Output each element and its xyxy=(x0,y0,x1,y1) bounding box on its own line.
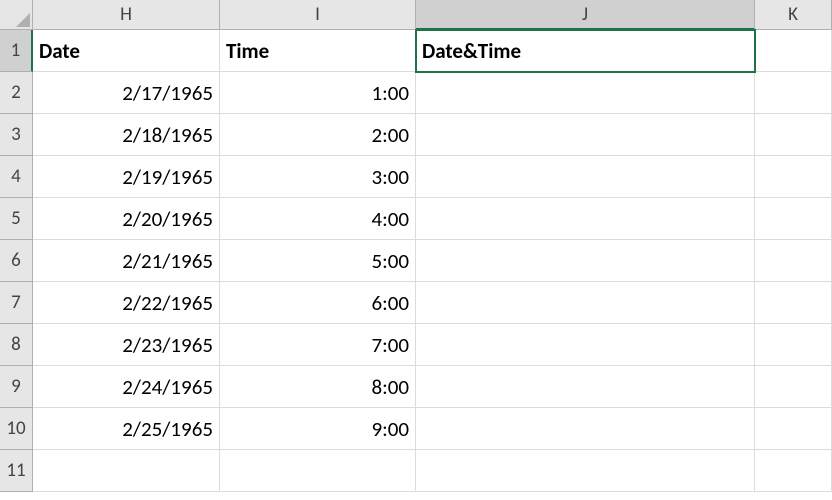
cell-I5[interactable]: 4:00 xyxy=(220,198,416,240)
row-header-7[interactable]: 7 xyxy=(0,282,33,324)
cell-H6[interactable]: 2/21/1965 xyxy=(33,240,220,282)
row-header-2[interactable]: 2 xyxy=(0,72,33,114)
cell-J2[interactable] xyxy=(416,72,755,114)
cell-J9[interactable] xyxy=(416,366,755,408)
cell-I9[interactable]: 8:00 xyxy=(220,366,416,408)
cell-K8[interactable] xyxy=(755,324,832,366)
row-header-3[interactable]: 3 xyxy=(0,114,33,156)
cell-J6[interactable] xyxy=(416,240,755,282)
cell-H3[interactable]: 2/18/1965 xyxy=(33,114,220,156)
cell-K7[interactable] xyxy=(755,282,832,324)
cell-H11[interactable] xyxy=(33,450,220,492)
cell-H9[interactable]: 2/24/1965 xyxy=(33,366,220,408)
cell-K6[interactable] xyxy=(755,240,832,282)
select-all-corner[interactable] xyxy=(0,0,33,30)
cell-J1[interactable]: Date&Time xyxy=(416,30,755,72)
row-header-11[interactable]: 11 xyxy=(0,450,33,492)
cell-I7[interactable]: 6:00 xyxy=(220,282,416,324)
cell-K1[interactable] xyxy=(755,30,832,72)
column-header-I[interactable]: I xyxy=(220,0,416,30)
cell-H4[interactable]: 2/19/1965 xyxy=(33,156,220,198)
cell-J8[interactable] xyxy=(416,324,755,366)
cell-H7[interactable]: 2/22/1965 xyxy=(33,282,220,324)
cell-I3[interactable]: 2:00 xyxy=(220,114,416,156)
cell-J3[interactable] xyxy=(416,114,755,156)
cell-I2[interactable]: 1:00 xyxy=(220,72,416,114)
cell-J10[interactable] xyxy=(416,408,755,450)
cell-J5[interactable] xyxy=(416,198,755,240)
column-header-J[interactable]: J xyxy=(416,0,755,30)
cell-J4[interactable] xyxy=(416,156,755,198)
cell-I11[interactable] xyxy=(220,450,416,492)
cell-I10[interactable]: 9:00 xyxy=(220,408,416,450)
cell-H1[interactable]: Date xyxy=(33,30,220,72)
cell-K9[interactable] xyxy=(755,366,832,408)
cell-J7[interactable] xyxy=(416,282,755,324)
cell-H5[interactable]: 2/20/1965 xyxy=(33,198,220,240)
cell-H2[interactable]: 2/17/1965 xyxy=(33,72,220,114)
cell-I4[interactable]: 3:00 xyxy=(220,156,416,198)
cell-K3[interactable] xyxy=(755,114,832,156)
cell-K4[interactable] xyxy=(755,156,832,198)
cell-J11[interactable] xyxy=(416,450,755,492)
cell-I1[interactable]: Time xyxy=(220,30,416,72)
cell-K5[interactable] xyxy=(755,198,832,240)
spreadsheet-grid[interactable]: H I J K 1 Date Time Date&Time 2 2/17/196… xyxy=(0,0,832,492)
row-header-1[interactable]: 1 xyxy=(0,30,33,72)
select-all-triangle-icon xyxy=(16,13,30,27)
row-header-9[interactable]: 9 xyxy=(0,366,33,408)
cell-K2[interactable] xyxy=(755,72,832,114)
cell-I6[interactable]: 5:00 xyxy=(220,240,416,282)
cell-I8[interactable]: 7:00 xyxy=(220,324,416,366)
row-header-5[interactable]: 5 xyxy=(0,198,33,240)
cell-K10[interactable] xyxy=(755,408,832,450)
row-header-6[interactable]: 6 xyxy=(0,240,33,282)
row-header-10[interactable]: 10 xyxy=(0,408,33,450)
cell-H8[interactable]: 2/23/1965 xyxy=(33,324,220,366)
column-header-H[interactable]: H xyxy=(33,0,220,30)
column-header-K[interactable]: K xyxy=(755,0,832,30)
cell-H10[interactable]: 2/25/1965 xyxy=(33,408,220,450)
row-header-4[interactable]: 4 xyxy=(0,156,33,198)
cell-K11[interactable] xyxy=(755,450,832,492)
row-header-8[interactable]: 8 xyxy=(0,324,33,366)
